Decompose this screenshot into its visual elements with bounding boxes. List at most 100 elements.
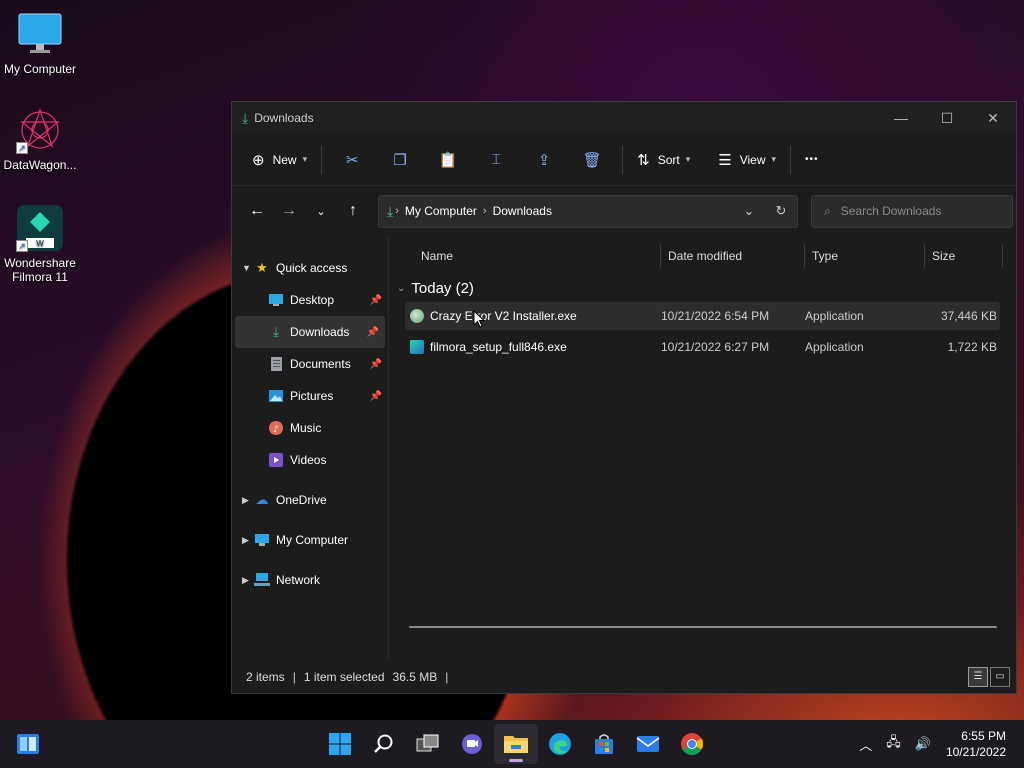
sort-button-label: Sort [657,152,680,167]
file-explorer-taskbar-button[interactable] [494,724,538,764]
file-explorer-window: ⤓ Downloads — ☐ ✕ ⊕ New ▾ ✂ ❐ 📋 ⌶ ⇪ 🗑 ⇅ … [231,101,1017,694]
nav-my-computer[interactable]: ▶ My Computer [232,524,388,556]
toolbar-divider [790,145,792,174]
picture-icon [268,389,284,403]
nav-label: Music [290,421,322,435]
sort-button[interactable]: ⇅ Sort ▾ [629,144,698,176]
table-row[interactable]: filmora_setup_full846.exe 10/21/2022 6:2… [405,333,1000,361]
nav-network[interactable]: ▶ Network [232,564,388,596]
desktop-icon-my-computer[interactable]: My Computer [0,10,80,76]
chevron-up-icon[interactable]: ︿ [859,735,872,754]
column-header-size[interactable]: Size [925,243,1003,268]
column-header-date-modified[interactable]: Date modified [661,243,805,268]
delete-button[interactable]: 🗑 [568,144,616,176]
more-options-button[interactable]: ••• [797,144,827,176]
breadcrumb-my-computer[interactable]: My Computer [405,204,477,218]
copy-button[interactable]: ❐ [376,144,424,176]
chevron-right-icon: › [482,205,487,217]
table-row[interactable]: Crazy Error V2 Installer.exe 10/21/2022 … [405,302,1000,330]
new-button-label: New [272,152,297,167]
clock-time: 6:55 PM [961,729,1006,743]
clock-date: 10/21/2022 [945,745,1006,759]
tiles-view-button[interactable]: ▭ [990,666,1010,687]
edge-button[interactable] [538,724,582,764]
group-header[interactable]: ⌄ Today (2) [389,276,1016,300]
nav-onedrive[interactable]: ▶ ☁ OneDrive [232,484,388,516]
chrome-browser-icon [681,733,704,755]
search-input[interactable] [840,204,991,218]
explorer-body: ▼ ★ Quick access Desktop 📌 ⤓ Downloads 📌… [232,236,1016,660]
chat-button[interactable] [450,724,494,764]
status-item-count: 2 items [246,669,285,684]
address-history-button[interactable]: ⌄ [733,203,765,219]
cut-button[interactable]: ✂ [328,144,376,176]
star-icon: ★ [256,260,268,275]
nav-item-documents[interactable]: Documents 📌 [232,348,388,380]
tiles-view-icon: ▭ [995,671,1005,682]
nav-label: OneDrive [276,493,327,507]
clock[interactable]: 6:55 PM 10/21/2022 [946,728,1006,760]
document-icon [268,357,284,371]
column-header-type[interactable]: Type [805,243,925,268]
paste-button[interactable]: 📋 [424,144,472,176]
store-button[interactable] [582,724,626,764]
shortcut-arrow-icon: ↗ [16,142,28,154]
svg-text:W: W [36,239,44,248]
taskbar-search-button[interactable] [362,724,406,764]
close-button[interactable]: ✕ [970,102,1016,134]
status-selected-size: 36.5 MB [392,669,438,684]
task-view-button[interactable] [406,724,450,764]
nav-quick-access[interactable]: ▼ ★ Quick access [232,252,388,284]
nav-item-pictures[interactable]: Pictures 📌 [232,380,388,412]
new-button[interactable]: ⊕ New ▾ [244,144,315,176]
mail-button[interactable] [626,724,670,764]
breadcrumb-downloads[interactable]: Downloads [493,204,552,218]
start-button[interactable] [318,724,362,764]
details-view-button[interactable]: ☰ [968,666,988,687]
address-bar[interactable]: ⤓ › My Computer › Downloads ⌄ ↻ [378,194,798,228]
desktop-icon-datawagon[interactable]: ↗ DataWagon... [0,106,80,172]
file-list-pane: Name Date modified Type Size ⌄ Today (2)… [389,236,1016,660]
desktop-icon-label: Wondershare Filmora 11 [4,256,76,284]
nav-item-videos[interactable]: Videos [232,444,388,476]
chrome-button[interactable] [670,724,714,764]
toolbar-divider [622,145,624,174]
file-type: Application [805,309,864,323]
search-box[interactable]: ⌕ [811,194,1013,228]
back-button[interactable]: ← [242,196,272,226]
share-button[interactable]: ⇪ [520,144,568,176]
pin-icon: 📌 [366,326,379,338]
desktop-icon-filmora[interactable]: W ↗ Wondershare Filmora 11 [0,204,80,284]
clipboard-icon: 📋 [438,151,458,169]
nav-label: Pictures [290,389,334,403]
network-status-icon[interactable]: 🖧 [886,733,901,755]
nav-item-desktop[interactable]: Desktop 📌 [232,284,388,316]
shortcut-arrow-icon: ↗ [16,240,28,252]
maximize-button[interactable]: ☐ [924,102,970,134]
nav-item-downloads[interactable]: ⤓ Downloads 📌 [235,316,385,348]
view-button[interactable]: ☰ View ▾ [710,144,784,176]
title-bar[interactable]: ⤓ Downloads — ☐ ✕ [232,102,1016,134]
chevron-right-icon: ▶ [242,574,249,585]
nav-item-music[interactable]: ♪ Music [232,412,388,444]
column-header-row: Name Date modified Type Size [389,238,1016,274]
file-size: 1,722 KB [947,340,997,354]
folder-icon [504,736,528,753]
recent-locations-button[interactable]: ⌄ [306,196,336,226]
horizontal-scrollbar[interactable] [409,626,997,628]
widgets-button[interactable] [14,730,42,758]
chat-icon [462,734,482,754]
download-arrow-icon: ⤓ [242,109,249,126]
up-button[interactable]: ↑ [338,196,368,226]
monitor-icon [254,533,270,547]
chevron-down-icon: ▼ [242,263,251,273]
refresh-button[interactable]: ↻ [765,203,797,219]
forward-button[interactable]: → [274,196,304,226]
volume-icon[interactable]: 🔊 [915,736,931,752]
edge-browser-icon [549,733,571,755]
chevron-down-icon: ⌄ [743,203,755,218]
column-header-name[interactable]: Name [389,243,661,268]
minimize-button[interactable]: — [878,102,924,134]
rename-button[interactable]: ⌶ [472,144,520,176]
rename-icon: ⌶ [491,151,501,168]
